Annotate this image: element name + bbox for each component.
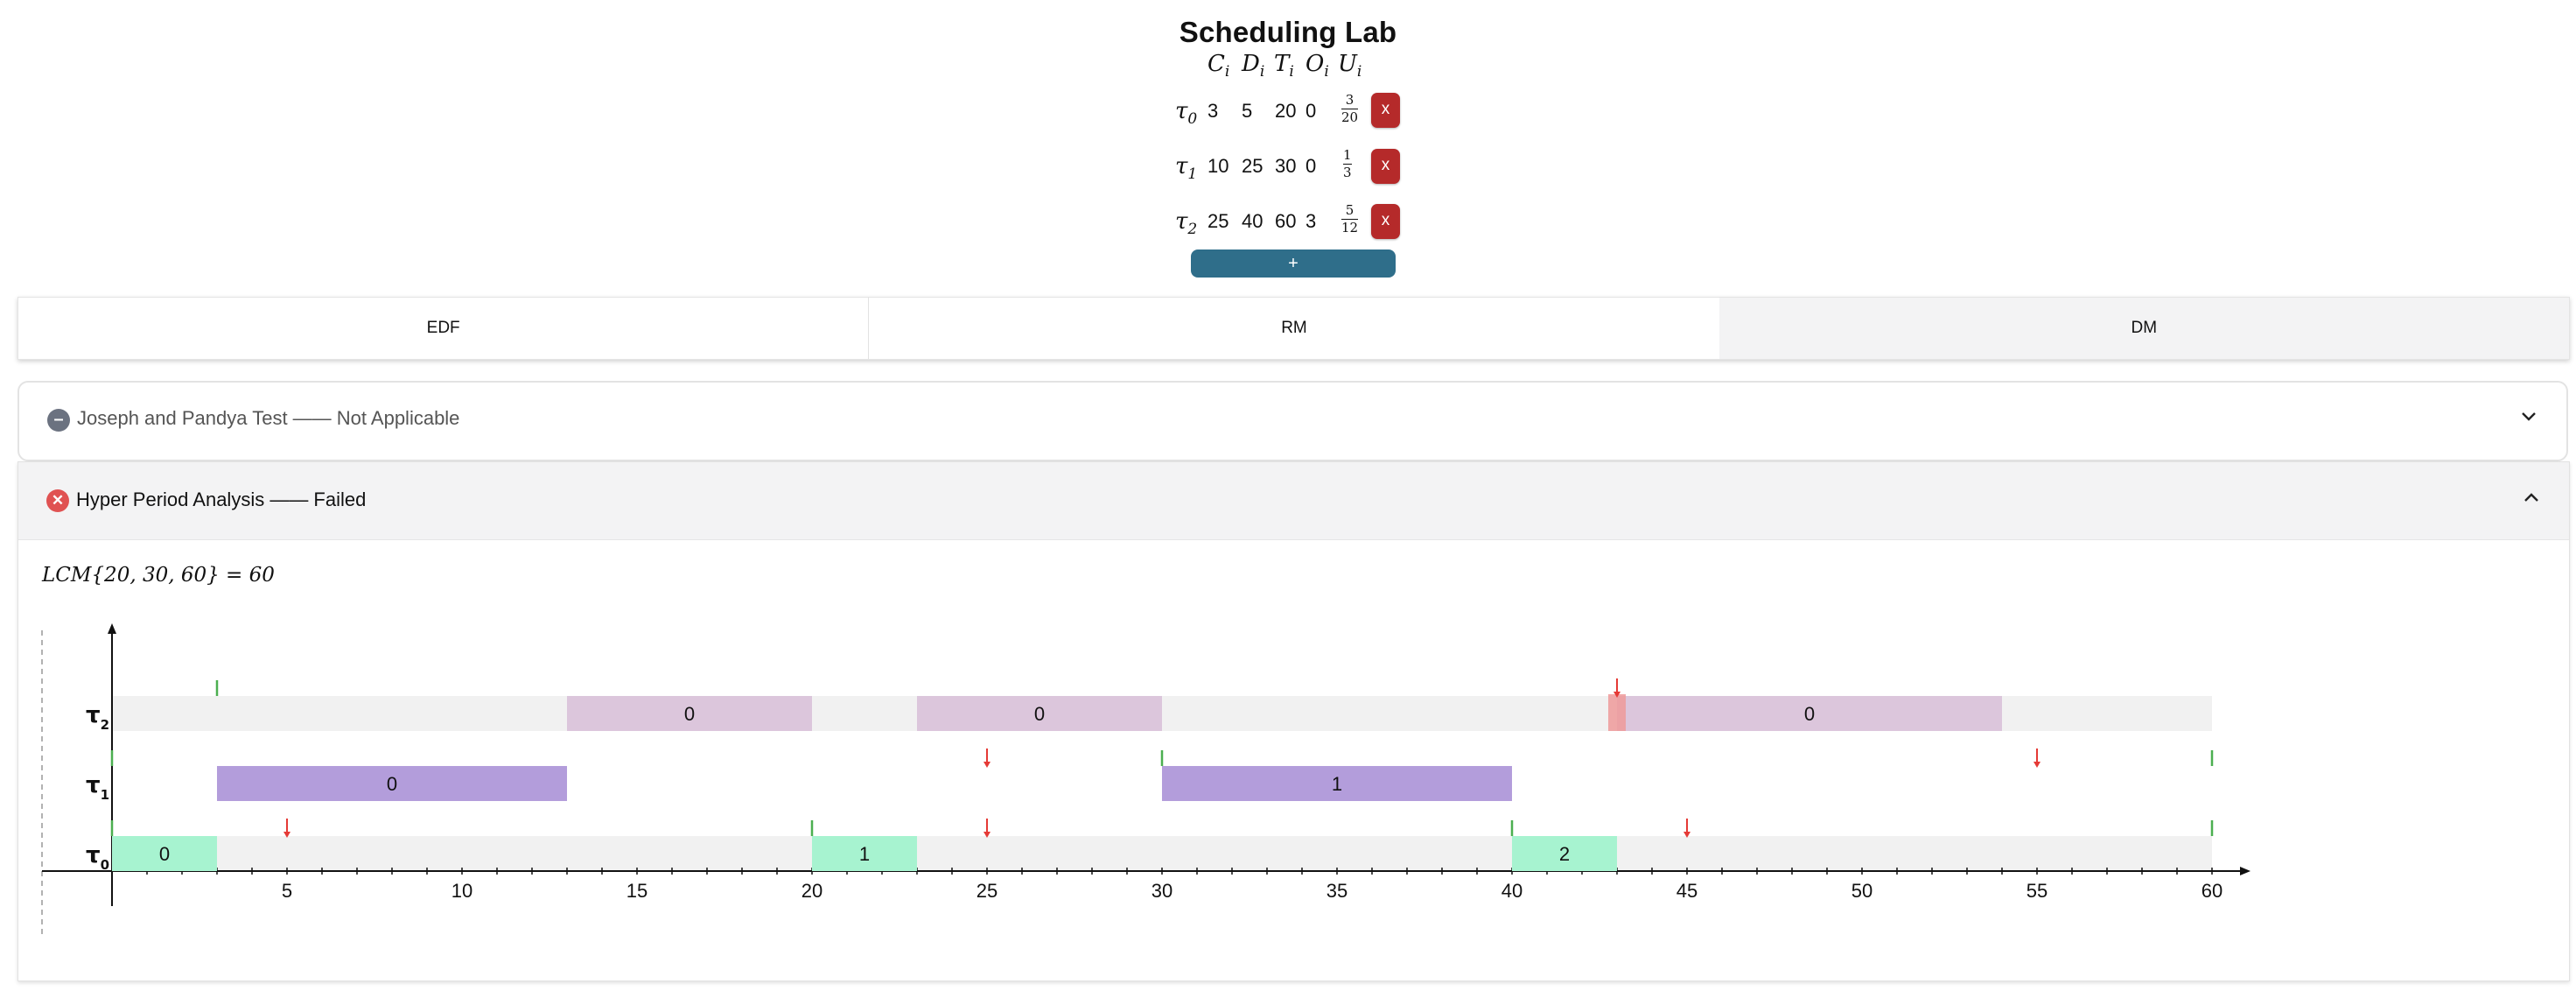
header-c: Ci: [1208, 51, 1230, 81]
task-label-0: τ0: [1175, 98, 1198, 129]
lcm-formula: LCM{20, 30, 60} = 60: [42, 564, 275, 587]
header-o: Oi: [1306, 51, 1329, 81]
task-label-1: τ1: [1175, 153, 1198, 184]
test-joseph-pandya-label: Joseph and Pandya Test —— Not Applicable: [77, 407, 460, 429]
chevron-up-icon: [2522, 488, 2541, 512]
delete-task-1-button[interactable]: x: [1371, 149, 1400, 184]
task-0-o[interactable]: 0: [1306, 100, 1316, 123]
task-label-2: τ2: [1175, 208, 1198, 239]
add-task-button[interactable]: +: [1191, 250, 1396, 278]
task-0-t[interactable]: 20: [1275, 100, 1296, 123]
task-0-utilization: 3 20: [1341, 92, 1359, 125]
task-1-t[interactable]: 30: [1275, 155, 1296, 178]
delete-task-2-button[interactable]: x: [1371, 204, 1400, 239]
task-1-c[interactable]: 10: [1208, 155, 1228, 178]
failed-icon: ✕: [46, 489, 69, 512]
tab-rm[interactable]: RM: [869, 298, 1719, 359]
task-2-c[interactable]: 25: [1208, 210, 1228, 233]
test-hyper-period-label: Hyper Period Analysis —— Failed: [76, 488, 367, 510]
algorithm-tabs: EDF RM DM: [18, 297, 2570, 360]
test-hyper-period-header[interactable]: ✕ Hyper Period Analysis —— Failed: [18, 462, 2569, 540]
task-1-o[interactable]: 0: [1306, 155, 1316, 178]
task-2-t[interactable]: 60: [1275, 210, 1296, 233]
task-2-utilization: 5 12: [1341, 202, 1359, 235]
tab-dm[interactable]: DM: [1718, 298, 2569, 359]
test-joseph-pandya-header[interactable]: – Joseph and Pandya Test —— Not Applicab…: [18, 381, 2568, 461]
task-2-d[interactable]: 40: [1242, 210, 1263, 233]
test-hyper-period-panel: ✕ Hyper Period Analysis —— Failed: [18, 461, 2570, 981]
task-1-utilization: 13: [1343, 147, 1352, 180]
tab-edf[interactable]: EDF: [18, 298, 870, 359]
header-u: Ui: [1338, 51, 1362, 81]
header-t: Ti: [1274, 51, 1294, 81]
task-2-o[interactable]: 3: [1306, 210, 1316, 233]
chevron-down-icon: [2519, 406, 2538, 431]
app-title: Scheduling Lab: [1179, 16, 1397, 48]
task-1-d[interactable]: 25: [1242, 155, 1263, 178]
task-0-d[interactable]: 5: [1242, 100, 1252, 123]
task-0-c[interactable]: 3: [1208, 100, 1218, 123]
header-d: Di: [1242, 51, 1265, 81]
delete-task-0-button[interactable]: x: [1371, 93, 1400, 128]
not-applicable-icon: –: [47, 409, 70, 432]
